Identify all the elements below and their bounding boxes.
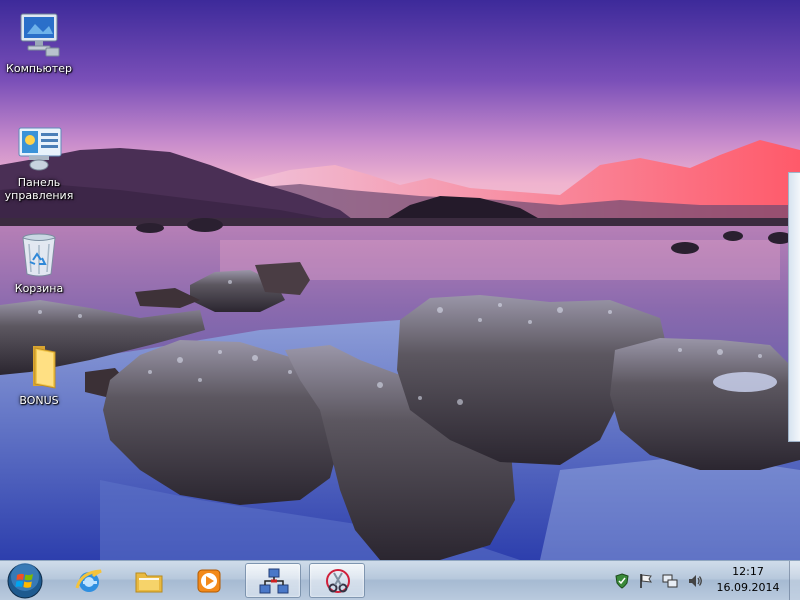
desktop-icon-control-panel[interactable]: Панель управления	[1, 124, 77, 202]
desktop-icon-bonus-folder[interactable]: BONUS	[1, 342, 77, 407]
windows-start-orb-icon	[7, 563, 43, 599]
media-player-icon	[197, 569, 221, 593]
scissors-tool-icon	[326, 569, 350, 593]
security-shield-icon[interactable]	[614, 573, 630, 589]
clock-time: 12:17	[732, 565, 764, 578]
desktop-icon-label: Корзина	[14, 282, 64, 295]
network-setup-icon	[259, 568, 289, 594]
taskbar: 12:17 16.09.2014	[0, 560, 800, 600]
desktop-icon-computer[interactable]: Компьютер	[1, 10, 77, 75]
taskbar-clock[interactable]: 12:17 16.09.2014	[712, 564, 784, 596]
taskbar-internet-explorer[interactable]	[61, 563, 117, 598]
clock-date: 16.09.2014	[716, 581, 780, 594]
start-button[interactable]	[6, 562, 44, 600]
desktop-icon-label: BONUS	[19, 394, 59, 407]
computer-icon	[15, 10, 63, 58]
control-panel-icon	[15, 124, 63, 172]
offscreen-window-edge[interactable]	[788, 172, 800, 442]
volume-icon[interactable]	[687, 573, 703, 589]
desktop-wallpaper	[0, 0, 800, 560]
taskbar-snipping-tool[interactable]	[309, 563, 365, 598]
taskbar-network-setup[interactable]	[245, 563, 301, 598]
show-desktop-button[interactable]	[789, 561, 800, 600]
network-icon[interactable]	[662, 573, 678, 589]
recycle-bin-icon	[15, 230, 63, 278]
taskbar-media-player[interactable]	[181, 563, 237, 598]
desktop-icon-recycle-bin[interactable]: Корзина	[1, 230, 77, 295]
taskbar-windows-explorer[interactable]	[121, 563, 177, 598]
folder-icon	[15, 342, 63, 390]
desktop-icon-label: Панель управления	[4, 176, 74, 202]
internet-explorer-icon	[75, 569, 102, 592]
desktop-icon-label: Компьютер	[6, 62, 72, 75]
action-center-flag-icon[interactable]	[638, 573, 654, 589]
windows-explorer-folder-icon	[135, 572, 163, 593]
